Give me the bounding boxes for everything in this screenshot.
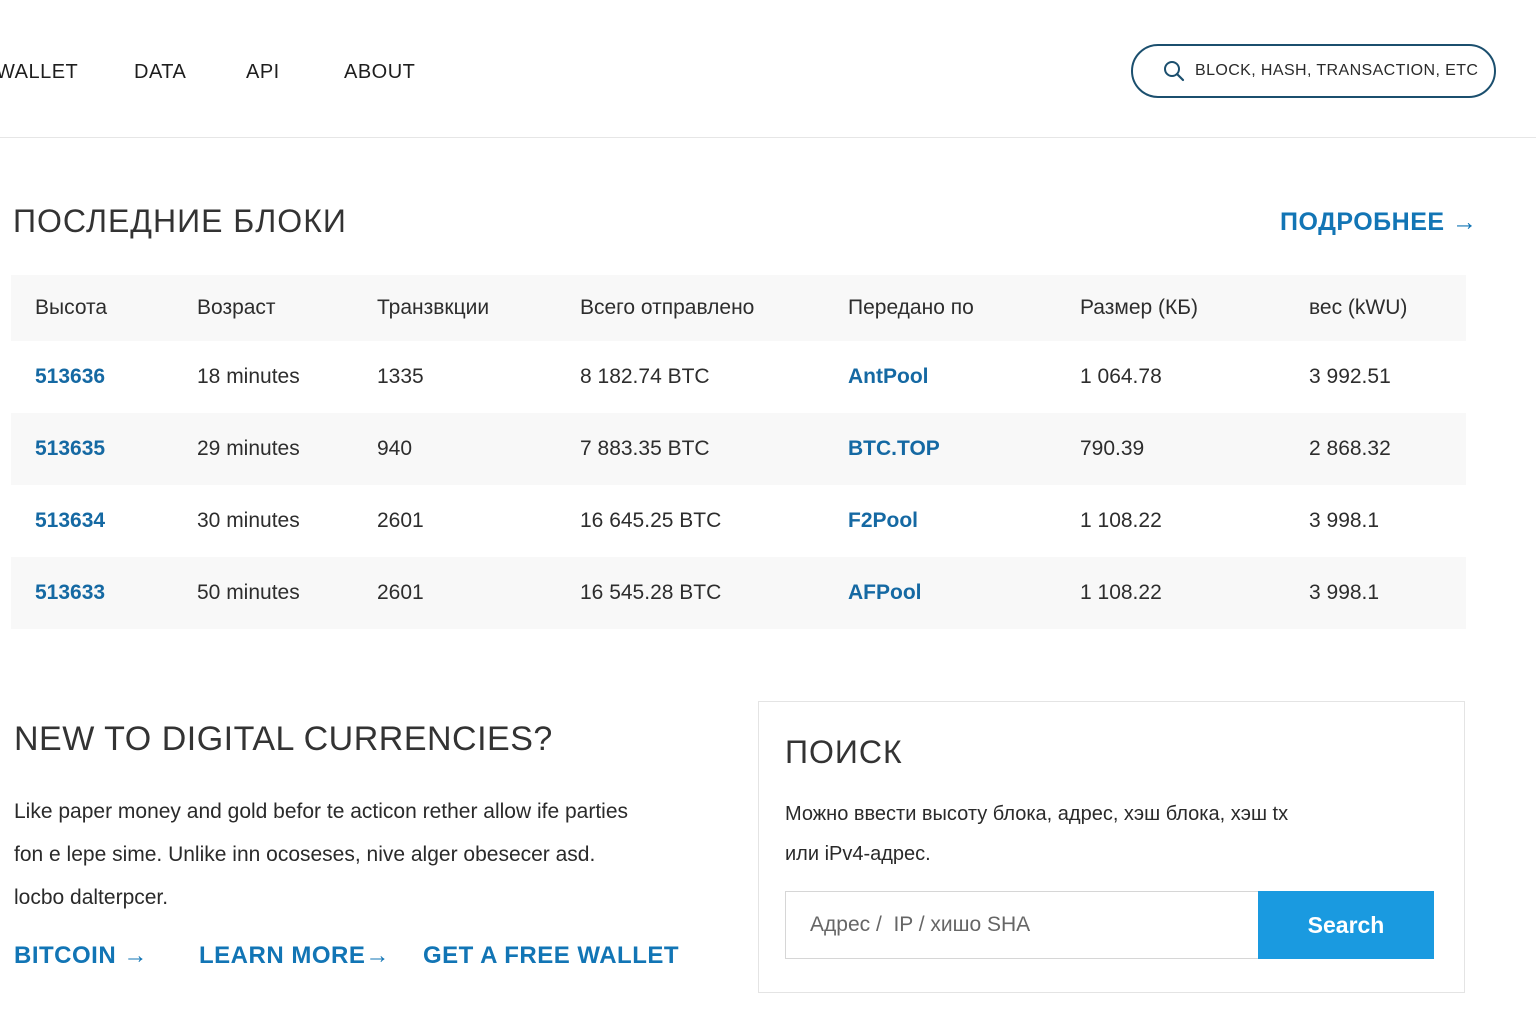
block-weight: 3 998.1: [1309, 509, 1380, 532]
block-weight: 3 992.51: [1309, 365, 1391, 388]
block-weight: 3 998.1: [1309, 557, 1466, 629]
block-height-link[interactable]: 513633: [11, 557, 197, 629]
top-nav: WALLET DATA API ABOUT: [0, 0, 1536, 138]
header-search-input[interactable]: [1193, 61, 1493, 81]
block-height-link[interactable]: 513636: [11, 341, 197, 413]
bitcoin-link[interactable]: BITCOIN →: [14, 942, 148, 970]
column-header-height: Высота: [11, 275, 197, 341]
search-icon: [1164, 61, 1185, 82]
block-total-sent: 8 182.74 BTC: [580, 365, 710, 388]
intro-title: NEW TO DIGITAL CURRENCIES?: [14, 720, 553, 758]
block-total-sent: 16 545.28 BTC: [580, 557, 848, 629]
search-panel-description: Можно ввести высоту блока, адрес, хэш бл…: [785, 794, 1435, 874]
search-description-line: или iPv4-адрес.: [785, 843, 931, 865]
more-blocks-link[interactable]: ПОДРОБНЕЕ →: [1280, 208, 1478, 237]
header-search: [1131, 44, 1496, 98]
table-row: 513635 29 minutes 940 7 883.35 BTC BTC.T…: [11, 413, 1466, 485]
search-description-line: Можно ввести высоту блока, адрес, хэш бл…: [785, 803, 1289, 825]
intro-text-line: locbo dalterpcer.: [14, 886, 169, 909]
latest-blocks-title: ПОСЛЕДНИЕ БЛОКИ: [13, 203, 347, 239]
block-height-link[interactable]: 513634: [11, 485, 197, 557]
block-tx-count: 2601: [377, 509, 424, 532]
block-tx-count: 1335: [377, 365, 424, 388]
search-panel-title: ПОИСК: [785, 734, 903, 770]
block-age: 29 minutes: [197, 413, 377, 485]
learn-more-link[interactable]: LEARN MORE→: [199, 942, 390, 970]
block-relayed-by-link[interactable]: F2Pool: [848, 485, 1080, 557]
block-relayed-by-link[interactable]: AFPool: [848, 557, 1080, 629]
column-header-weight: вес (kWU): [1309, 275, 1466, 341]
column-header-age: Возраст: [197, 275, 377, 341]
get-free-wallet-link[interactable]: GET A FREE WALLET: [423, 942, 679, 970]
block-size: 1 108.22: [1080, 509, 1162, 532]
table-row: 513633 50 minutes 2601 16 545.28 BTC AFP…: [11, 557, 1466, 629]
intro-text-line: fon e lepe sime. Unlike inn ocoseses, ni…: [14, 843, 596, 866]
block-tx-count: 940: [377, 413, 580, 485]
nav-item-about[interactable]: ABOUT: [344, 61, 415, 84]
block-total-sent: 16 645.25 BTC: [580, 509, 722, 532]
search-panel: ПОИСК Можно ввести высоту блока, адрес, …: [758, 701, 1465, 993]
address-search-input[interactable]: [785, 891, 1259, 959]
block-tx-count: 2601: [377, 557, 580, 629]
block-size: 1 064.78: [1080, 365, 1162, 388]
block-height-link[interactable]: 513635: [11, 413, 197, 485]
column-header-total-sent: Всего отправлено: [580, 275, 848, 341]
nav-item-data[interactable]: DATA: [134, 61, 186, 84]
block-size: 790.39: [1080, 413, 1309, 485]
block-weight: 2 868.32: [1309, 413, 1466, 485]
intro-text: Like paper money and gold befor te actic…: [14, 790, 714, 919]
block-size: 1 108.22: [1080, 557, 1309, 629]
search-button[interactable]: Search: [1258, 891, 1434, 959]
intro-text-line: Like paper money and gold befor te actic…: [14, 800, 629, 823]
block-age: 18 minutes: [197, 365, 300, 388]
column-header-transactions: Транзвкции: [377, 275, 580, 341]
nav-item-api[interactable]: API: [246, 61, 280, 84]
table-header-row: Высота Возраст Транзвкции Всего отправле…: [11, 275, 1466, 341]
block-total-sent: 7 883.35 BTC: [580, 413, 848, 485]
table-row: 513636 18 minutes 1335 8 182.74 BTC AntP…: [11, 341, 1466, 413]
block-relayed-by-link[interactable]: AntPool: [848, 341, 1080, 413]
table-row: 513634 30 minutes 2601 16 645.25 BTC F2P…: [11, 485, 1466, 557]
column-header-relayed-by: Передано по: [848, 275, 1080, 341]
blocks-table: Высота Возраст Транзвкции Всего отправле…: [11, 275, 1466, 629]
nav-item-wallet[interactable]: WALLET: [0, 61, 78, 84]
column-header-size: Размер (КБ): [1080, 275, 1309, 341]
block-age: 30 minutes: [197, 509, 300, 532]
block-age: 50 minutes: [197, 557, 377, 629]
block-relayed-by-link[interactable]: BTC.TOP: [848, 413, 1080, 485]
